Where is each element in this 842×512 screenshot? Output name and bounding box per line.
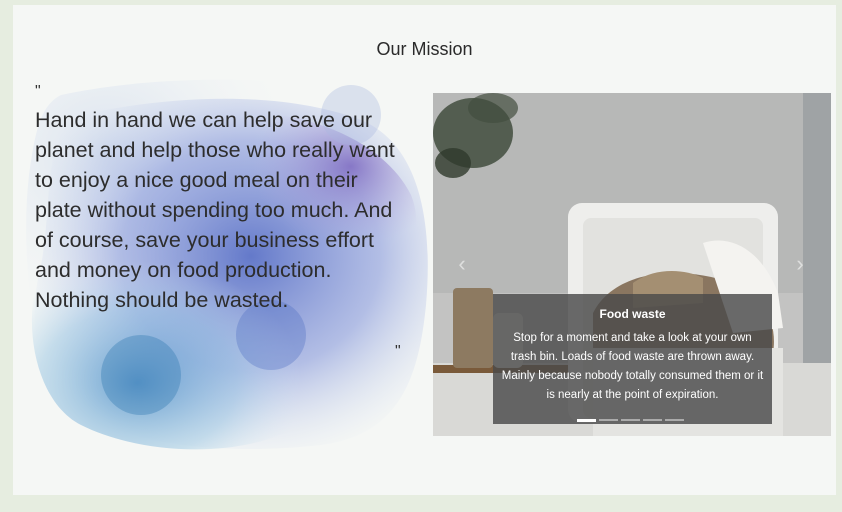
chevron-right-icon: › — [796, 251, 804, 276]
carousel-indicator[interactable] — [577, 419, 596, 422]
carousel-indicator[interactable] — [599, 419, 618, 421]
quote-close-mark: " — [395, 343, 401, 360]
slide-title: Food waste — [599, 307, 666, 321]
mission-section: Our Mission " Hand in hand we can help s… — [13, 5, 836, 495]
carousel-indicator[interactable] — [665, 419, 684, 421]
slide-description: Stop for a moment and take a look at you… — [501, 332, 764, 401]
carousel-next-button[interactable]: › — [789, 253, 811, 275]
carousel-indicator[interactable] — [643, 419, 662, 421]
quote-block: " Hand in hand we can help save our plan… — [21, 75, 433, 460]
image-carousel[interactable]: ‹ › Food waste Stop for a moment and tak… — [433, 93, 831, 436]
slide-caption: Food waste Stop for a moment and take a … — [493, 294, 772, 424]
carousel-prev-button[interactable]: ‹ — [451, 253, 473, 275]
mission-quote: Hand in hand we can help save our planet… — [35, 108, 395, 312]
chevron-left-icon: ‹ — [458, 251, 466, 276]
carousel-indicator[interactable] — [621, 419, 640, 421]
quote-open-mark: " — [35, 83, 41, 100]
carousel-indicators — [577, 417, 689, 423]
section-title: Our Mission — [376, 39, 473, 59]
